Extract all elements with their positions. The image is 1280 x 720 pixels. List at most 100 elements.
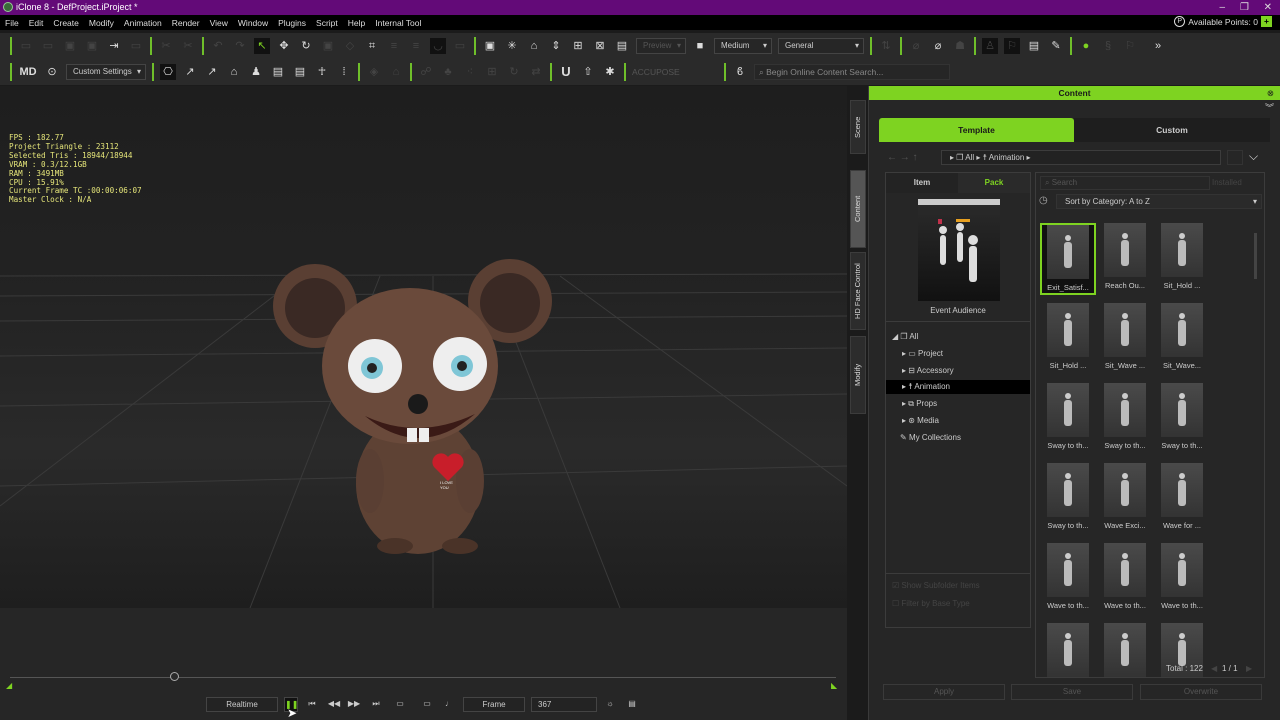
open-icon[interactable]: ▭ (40, 38, 56, 54)
accupose-button[interactable]: ACCUPOSE (632, 67, 718, 77)
pen-icon[interactable]: ✎ (1048, 38, 1064, 54)
align-icon[interactable]: ≡ (386, 38, 402, 54)
subtab-item[interactable]: Item (886, 173, 958, 193)
menu-internal-tool[interactable]: Internal Tool (375, 18, 421, 28)
settings-sun-icon[interactable]: ☼ (603, 697, 617, 712)
mocap-icon[interactable]: ♙ (982, 38, 998, 54)
redo-icon[interactable]: ↷ (232, 38, 248, 54)
animation-item[interactable]: Wave Exci... (1097, 463, 1153, 535)
tool-c-icon[interactable]: ☍ (418, 64, 434, 80)
eye-icon[interactable]: ◡ (430, 38, 446, 54)
go-end-icon[interactable]: ⏭ (369, 697, 383, 712)
save-icon[interactable]: ▣ (62, 38, 78, 54)
nav-arrows-icon[interactable]: ← → ↑ (887, 152, 918, 163)
move-icon[interactable]: ✥ (276, 38, 292, 54)
crowd-icon[interactable]: ♟ (248, 64, 264, 80)
add-points-button[interactable]: + (1261, 16, 1272, 27)
menu-file[interactable]: File (5, 18, 19, 28)
layers-icon[interactable]: ▤ (614, 38, 630, 54)
new-icon[interactable]: ▭ (18, 38, 34, 54)
frame-unit-dropdown[interactable]: Frame (463, 697, 525, 712)
u-icon[interactable]: U (558, 64, 574, 80)
tree-item-my-collections[interactable]: ✎ My Collections (886, 431, 1030, 445)
menu-window[interactable]: Window (238, 18, 268, 28)
item-search-input[interactable]: ⌕ Search (1040, 176, 1210, 190)
tool-f-icon[interactable]: ⊞ (484, 64, 500, 80)
animation-item[interactable]: Sway to th... (1040, 383, 1096, 455)
tree-item-props[interactable]: ▸ ⧉ Props (886, 397, 1030, 411)
installed-filter[interactable]: Installed (1212, 178, 1242, 187)
breadcrumb-animation[interactable]: Animation (989, 153, 1025, 162)
menu-create[interactable]: Create (53, 18, 79, 28)
end-marker-icon[interactable]: ◣ (831, 681, 837, 690)
rotate-icon[interactable]: ↻ (298, 38, 314, 54)
export-icon[interactable]: ▭ (128, 38, 144, 54)
mouse-character[interactable] (270, 256, 570, 556)
menu-animation[interactable]: Animation (124, 18, 162, 28)
animation-item[interactable]: Wave to th... (1097, 543, 1153, 615)
doc2-icon[interactable]: ▤ (292, 64, 308, 80)
camera-icon[interactable]: ■ (692, 38, 708, 54)
start-marker-icon[interactable]: ◢ (6, 681, 12, 690)
menu-render[interactable]: Render (172, 18, 200, 28)
animation-item[interactable]: Wave to th... (1040, 543, 1096, 615)
script-icon[interactable]: § (1100, 38, 1116, 54)
home-icon[interactable]: ⌂ (526, 38, 542, 54)
fit-icon[interactable]: ⇕ (548, 38, 564, 54)
next-frame-icon[interactable]: ▶▶ (347, 697, 361, 712)
grid-icon[interactable]: ⊠ (592, 38, 608, 54)
pick-icon[interactable]: ◇ (342, 38, 358, 54)
animation-item[interactable]: Sway to th... (1154, 383, 1210, 455)
flag2-icon[interactable]: ⚐ (1122, 38, 1138, 54)
gear-icon[interactable]: ✱ (602, 64, 618, 80)
flag-icon[interactable]: ⚐ (1004, 38, 1020, 54)
animation-item[interactable]: Sway to th... (1097, 383, 1153, 455)
link-icon[interactable]: ▭ (452, 38, 468, 54)
tab-hd-face-control[interactable]: HD Face Control (850, 252, 866, 330)
light-icon[interactable]: ✳ (504, 38, 520, 54)
prev-frame-icon[interactable]: ◀◀ (327, 697, 341, 712)
animation-item[interactable]: Sway to th... (1040, 463, 1096, 535)
menu-plugins[interactable]: Plugins (278, 18, 306, 28)
tool-d-icon[interactable]: ♣ (440, 64, 456, 80)
cut-icon[interactable]: ✂ (158, 38, 174, 54)
play-circle-icon[interactable]: ⊙ (44, 64, 60, 80)
filter-base-type-checkbox[interactable]: ☐ Filter by Base Type (892, 599, 970, 608)
undo-icon[interactable]: ↶ (210, 38, 226, 54)
tool-e-icon[interactable]: ⁖ (462, 64, 478, 80)
3d-viewport[interactable]: FPS : 182.77 Project Triangle : 23112 Se… (0, 86, 847, 608)
distribute-icon[interactable]: ≡ (408, 38, 424, 54)
tree-item-animation[interactable]: ▸ ☨ Animation (886, 380, 1030, 394)
show-subfolder-checkbox[interactable]: ☑ Show Subfolder Items (892, 581, 980, 590)
sort-icon[interactable]: ⇅ (878, 38, 894, 54)
tab-template[interactable]: Template (879, 118, 1074, 142)
scale-icon[interactable]: ▣ (320, 38, 336, 54)
tool-g-icon[interactable]: ↻ (506, 64, 522, 80)
tree-item-all[interactable]: ◢ ❐ All (886, 330, 1030, 344)
animation-item[interactable]: Sit_Hold ... (1154, 223, 1210, 295)
animation-item[interactable]: Sit_Wave... (1154, 303, 1210, 375)
tab-modify[interactable]: Modify (850, 336, 866, 414)
upload-icon[interactable]: ⇧ (580, 64, 596, 80)
dropdown-circle-icon[interactable]: ⌵ (1249, 149, 1258, 164)
animation-item[interactable]: Reach Ou... (1097, 223, 1153, 295)
animation-item[interactable]: Sit_Hold ... (1040, 303, 1096, 375)
next-page-icon[interactable]: ▶ (1246, 664, 1252, 673)
bone-icon[interactable]: ⌀ (908, 38, 924, 54)
overwrite-button[interactable]: Overwrite (1140, 684, 1262, 700)
frame-input[interactable]: 367 (531, 697, 597, 712)
close-button[interactable]: ✕ (1264, 0, 1272, 15)
realtime-button[interactable]: Realtime (206, 697, 278, 712)
quality-dropdown[interactable]: Medium (714, 38, 772, 54)
sort-dropdown[interactable]: Sort by Category: A to Z ▾ (1056, 194, 1262, 209)
animation-item[interactable]: Wave for ... (1154, 463, 1210, 535)
gamepad-icon[interactable]: ⎔ (160, 64, 176, 80)
menu-view[interactable]: View (210, 18, 228, 28)
subtab-pack[interactable]: Pack (958, 173, 1030, 193)
online-search-input[interactable]: ⌕ Begin Online Content Search... (754, 64, 950, 80)
menu-script[interactable]: Script (316, 18, 338, 28)
motion-icon[interactable]: ⌀ (930, 38, 946, 54)
tab-scene[interactable]: Scene (850, 100, 866, 154)
menu-edit[interactable]: Edit (29, 18, 44, 28)
preview-dropdown[interactable]: Preview (636, 38, 686, 54)
